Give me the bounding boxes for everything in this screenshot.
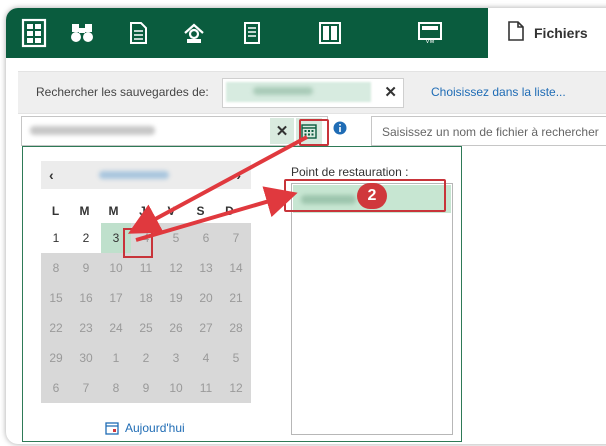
app-window: VM Fichiers Rechercher les sauvegardes d… bbox=[6, 8, 606, 444]
calendar-day: 21 bbox=[221, 283, 251, 313]
calendar-day: 8 bbox=[41, 253, 71, 283]
calendar-day: 12 bbox=[221, 373, 251, 403]
calendar-widget: ‹ › L M M J V S D 1 2 3 4 5 6 7 8 9 10 11 12 13 14 15 1… bbox=[41, 161, 251, 435]
next-month-button[interactable]: › bbox=[236, 167, 241, 183]
calendar-day: 9 bbox=[71, 253, 101, 283]
calendar-day: 6 bbox=[191, 223, 221, 253]
calendar-day: 6 bbox=[41, 373, 71, 403]
weekday-label: M bbox=[79, 204, 90, 218]
weekday-label: L bbox=[51, 204, 60, 218]
prev-month-button[interactable]: ‹ bbox=[49, 167, 54, 183]
calendar-day: 10 bbox=[161, 373, 191, 403]
calendar-day: 2 bbox=[131, 343, 161, 373]
clear-date-button[interactable]: ✕ bbox=[270, 118, 294, 144]
calendar-day: 25 bbox=[131, 313, 161, 343]
blurred-date-value bbox=[30, 126, 155, 135]
calendar-today-icon bbox=[105, 422, 119, 435]
calendar-day: 13 bbox=[191, 253, 221, 283]
calendar-day: 24 bbox=[101, 313, 131, 343]
calendar-button-highlight bbox=[299, 119, 329, 146]
calendar-day: 11 bbox=[191, 373, 221, 403]
calendar-day: 22 bbox=[41, 313, 71, 343]
blurred-text bbox=[253, 87, 313, 95]
calendar-day: 5 bbox=[221, 343, 251, 373]
date-input[interactable]: ✕ bbox=[21, 116, 328, 146]
selected-day-highlight bbox=[123, 228, 153, 258]
calendar-day: 14 bbox=[221, 253, 251, 283]
calendar-day: 17 bbox=[101, 283, 131, 313]
restore-point-label: Point de restauration : bbox=[291, 165, 409, 179]
calendar-day: 5 bbox=[161, 223, 191, 253]
today-button[interactable]: Aujourd'hui bbox=[105, 421, 185, 435]
calendar-day: 9 bbox=[131, 373, 161, 403]
filename-placeholder: Saisissez un nom de fichier à rechercher bbox=[382, 125, 599, 139]
calendar-day: 8 bbox=[101, 373, 131, 403]
vm-badge: VM bbox=[426, 39, 435, 45]
restore-point-list bbox=[291, 183, 453, 435]
calendar-day[interactable]: 2 bbox=[71, 223, 101, 253]
calendar-day: 7 bbox=[221, 223, 251, 253]
gear-house-icon[interactable] bbox=[166, 8, 222, 58]
calendar-day: 15 bbox=[41, 283, 71, 313]
clear-source-button[interactable]: ✕ bbox=[384, 83, 397, 101]
calendar-day: 7 bbox=[71, 373, 101, 403]
top-toolbar: VM Fichiers bbox=[6, 8, 606, 58]
calendar-day: 18 bbox=[131, 283, 161, 313]
calendar-day: 27 bbox=[191, 313, 221, 343]
binoculars-icon[interactable] bbox=[54, 8, 110, 58]
vm-icon[interactable]: VM bbox=[402, 8, 458, 58]
calendar-day: 12 bbox=[161, 253, 191, 283]
calendar-day: 19 bbox=[161, 283, 191, 313]
info-icon[interactable] bbox=[333, 121, 347, 140]
document-icon[interactable] bbox=[110, 8, 166, 58]
tab-fichiers[interactable]: Fichiers bbox=[488, 8, 606, 58]
calendar-day[interactable]: 1 bbox=[41, 223, 71, 253]
weekday-label: M bbox=[108, 204, 119, 218]
calendar-day: 29 bbox=[41, 343, 71, 373]
calendar-day: 26 bbox=[161, 313, 191, 343]
calendar-day: 3 bbox=[161, 343, 191, 373]
step-badge: 2 bbox=[357, 183, 387, 209]
weekday-label: D bbox=[225, 204, 234, 218]
weekday-label: S bbox=[196, 204, 205, 218]
calendar-header: ‹ › bbox=[41, 161, 251, 189]
calendar-day: 30 bbox=[71, 343, 101, 373]
weekday-label: V bbox=[167, 204, 176, 218]
file-icon bbox=[508, 20, 524, 46]
scroll-icon[interactable] bbox=[224, 8, 280, 58]
calendar-day: 4 bbox=[191, 343, 221, 373]
calendar-day: 23 bbox=[71, 313, 101, 343]
weekday-label: J bbox=[139, 204, 146, 218]
calendar-day: 16 bbox=[71, 283, 101, 313]
backup-source-input[interactable]: ✕ bbox=[222, 78, 404, 108]
backup-search-row: Rechercher les sauvegardes de: ✕ Choisis… bbox=[18, 71, 606, 114]
calendar-day: 1 bbox=[101, 343, 131, 373]
today-label: Aujourd'hui bbox=[125, 421, 185, 435]
tab-fichiers-label: Fichiers bbox=[534, 25, 588, 41]
filename-search-input[interactable]: Saisissez un nom de fichier à rechercher bbox=[371, 116, 606, 146]
choose-from-list-link[interactable]: Choisissez dans la liste... bbox=[431, 85, 566, 99]
window-icon[interactable] bbox=[302, 8, 358, 58]
search-backups-label: Rechercher les sauvegardes de: bbox=[36, 85, 209, 99]
blurred-month-label bbox=[99, 171, 169, 179]
calendar-day: 20 bbox=[191, 283, 221, 313]
calendar-day: 28 bbox=[221, 313, 251, 343]
